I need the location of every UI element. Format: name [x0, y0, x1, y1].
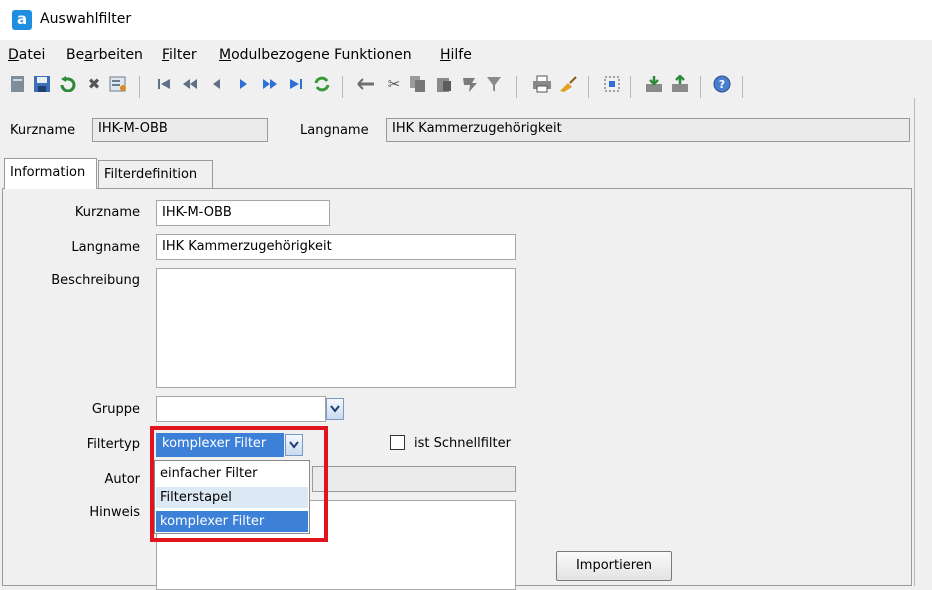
broom-icon[interactable]: [558, 74, 578, 94]
toolbar: ✖ ✂ ?: [0, 70, 932, 104]
header-kurzname-field: IHK-M-OBB: [92, 118, 268, 142]
cut-icon[interactable]: ✂: [384, 74, 404, 94]
clear-icon[interactable]: [484, 74, 504, 94]
menu-hilfe[interactable]: Hilfe: [440, 47, 472, 63]
header-langname-label: Langname: [300, 123, 369, 138]
title-bar: a Auswahlfilter: [0, 0, 932, 40]
window-title: Auswahlfilter: [40, 11, 132, 27]
autor-field: [312, 466, 516, 492]
gruppe-combobox[interactable]: [156, 396, 326, 422]
highlight-annotation: [150, 426, 328, 542]
import-icon[interactable]: [644, 74, 664, 94]
autor-label: Autor: [104, 472, 140, 487]
right-panel-divider[interactable]: [914, 98, 932, 586]
save-icon[interactable]: [32, 74, 52, 94]
first-record-icon[interactable]: [154, 74, 174, 94]
gruppe-dropdown-button[interactable]: [326, 398, 344, 420]
gruppe-label: Gruppe: [91, 402, 140, 417]
print-icon[interactable]: [532, 74, 552, 94]
header-langname-field: IHK Kammerzugehörigkeit: [386, 118, 910, 142]
toolbar-separator: [342, 76, 343, 98]
import-button[interactable]: Importieren: [556, 551, 672, 581]
previous-page-icon[interactable]: [180, 74, 200, 94]
refresh-icon[interactable]: [312, 74, 332, 94]
help-icon[interactable]: ?: [712, 74, 732, 94]
langname-input[interactable]: IHK Kammerzugehörigkeit: [156, 234, 516, 260]
schnellfilter-checkbox[interactable]: [390, 435, 405, 450]
toolbar-separator: [516, 76, 517, 98]
menu-bar: Datei Bearbeiten Filter Modulbezogene Fu…: [0, 42, 932, 68]
kurzname-label: Kurzname: [74, 205, 140, 220]
next-page-icon[interactable]: [260, 74, 280, 94]
menu-datei[interactable]: Datei: [8, 47, 45, 63]
kurzname-input[interactable]: IHK-M-OBB: [156, 200, 330, 226]
previous-record-icon[interactable]: [206, 74, 226, 94]
toolbar-separator: [588, 76, 589, 98]
new-icon[interactable]: [8, 74, 28, 94]
undo-icon[interactable]: [58, 74, 78, 94]
toolbar-separator: [700, 76, 701, 98]
toolbar-separator: [630, 76, 631, 98]
paste-icon[interactable]: [434, 74, 454, 94]
delete-icon[interactable]: ✖: [84, 74, 104, 94]
menu-filter[interactable]: Filter: [162, 47, 197, 63]
last-record-icon[interactable]: [286, 74, 306, 94]
beschreibung-textarea[interactable]: [156, 268, 516, 388]
app-logo-icon: a: [12, 10, 32, 30]
copy-icon[interactable]: [408, 74, 428, 94]
toolbar-separator: [742, 76, 743, 98]
svg-text:?: ?: [719, 78, 725, 91]
tab-information[interactable]: Information: [4, 158, 97, 189]
select-all-icon[interactable]: [602, 74, 622, 94]
header-kurzname-label: Kurzname: [10, 123, 76, 138]
menu-modulbezogene-funktionen[interactable]: Modulbezogene Funktionen: [219, 47, 412, 63]
filtertyp-label: Filtertyp: [86, 437, 140, 452]
next-record-icon[interactable]: [234, 74, 254, 94]
chevron-down-icon: [330, 405, 340, 413]
properties-icon[interactable]: [108, 74, 128, 94]
beschreibung-label: Beschreibung: [51, 273, 140, 288]
hinweis-label: Hinweis: [89, 505, 140, 520]
back-arrow-icon[interactable]: [356, 74, 376, 94]
tab-filterdefinition[interactable]: Filterdefinition: [98, 160, 213, 188]
paste-special-icon[interactable]: [460, 74, 480, 94]
langname-label: Langname: [71, 240, 140, 255]
toolbar-separator: [139, 76, 140, 98]
menu-bearbeiten[interactable]: Bearbeiten: [66, 47, 143, 63]
export-icon[interactable]: [670, 74, 690, 94]
schnellfilter-label[interactable]: ist Schnellfilter: [414, 436, 511, 451]
